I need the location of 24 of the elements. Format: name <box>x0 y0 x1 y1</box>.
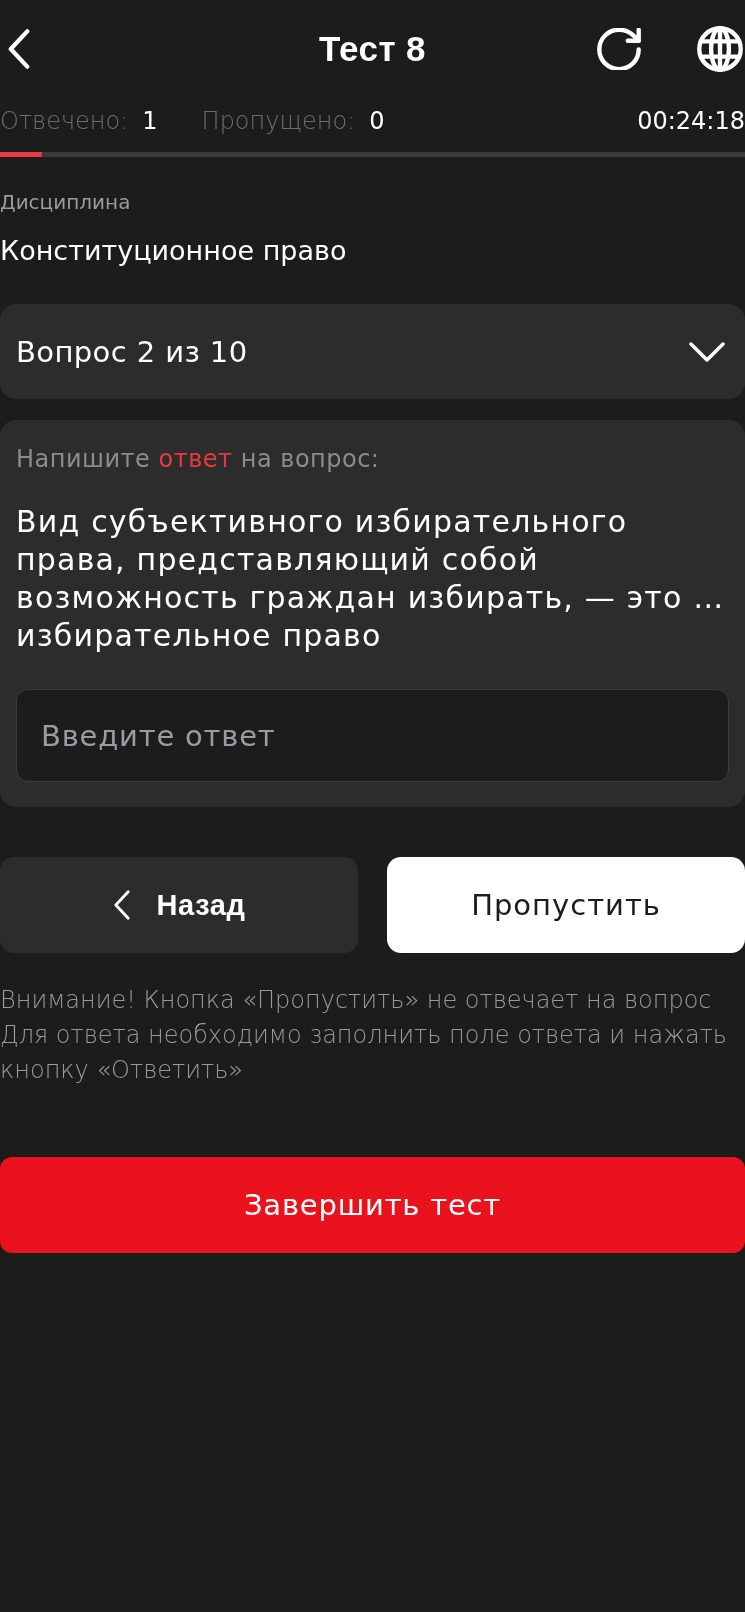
discipline-name: Конституционное право <box>0 234 348 267</box>
answer-prompt: Напишите ответ на вопрос: <box>16 445 381 473</box>
question-selector[interactable]: Вопрос 2 из 10 <box>0 304 745 399</box>
warning-text: Внимание! Кнопка «Пропустить» не отвечает на вопрос Для ответа необходимо заполнить поле ответа и нажать кнопку «Ответить» <box>0 985 728 1086</box>
answer-input[interactable]: Введите ответ <box>16 689 729 782</box>
language-button[interactable] <box>697 26 743 72</box>
chevron-left-icon <box>7 29 31 69</box>
finish-test-button[interactable]: Завершить тест <box>0 1157 745 1253</box>
back-nav-button[interactable]: Назад <box>0 857 358 953</box>
refresh-icon <box>596 28 642 70</box>
screen-title: Тест 8 <box>319 29 426 69</box>
back-button[interactable] <box>7 29 31 69</box>
timer: 00:24:18 <box>637 107 745 135</box>
skipped-count: 0 <box>369 107 385 135</box>
chevron-left-icon <box>112 890 131 920</box>
refresh-button[interactable] <box>596 28 642 70</box>
answered-label: Отвечено: <box>0 107 129 135</box>
chevron-down-icon <box>689 341 725 362</box>
discipline-label: Дисциплина <box>0 190 132 214</box>
skip-button[interactable]: Пропустить <box>387 857 745 953</box>
question-text: Вид субъективного избирательного права, представляющий собой возможность граждан избирать, — это … избирательное право <box>16 503 726 655</box>
answered-count: 1 <box>142 107 158 135</box>
globe-icon <box>697 26 743 72</box>
skipped-label: Пропущено: <box>201 107 356 135</box>
